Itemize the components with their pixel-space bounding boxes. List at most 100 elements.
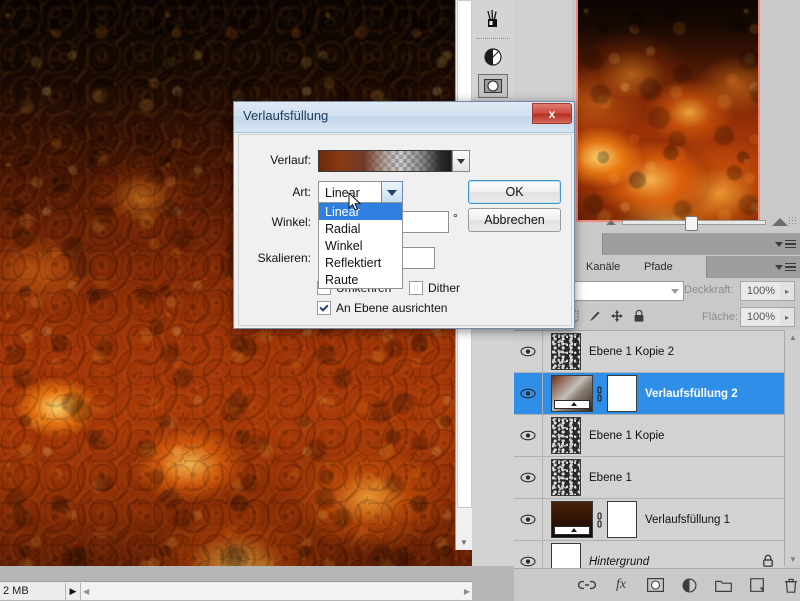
type-label: Art:: [292, 185, 311, 199]
layer-name: Verlaufsfüllung 2: [645, 387, 738, 400]
toolbox-divider: [476, 38, 510, 39]
table-row[interactable]: Ebene 1 Kopie: [514, 415, 784, 457]
dither-checkbox-row[interactable]: Dither: [409, 281, 460, 295]
tab-pfade-label: Pfade: [644, 261, 673, 273]
panel-menu-icon[interactable]: [774, 260, 796, 274]
grip-icon: [788, 216, 798, 226]
brushes-tool[interactable]: [478, 4, 508, 34]
layer-thumbnail[interactable]: [551, 333, 581, 370]
ok-button[interactable]: OK: [468, 180, 561, 204]
gradient-preview-swatch[interactable]: [318, 150, 452, 172]
dropdown-option-raute[interactable]: Raute: [319, 271, 402, 288]
dither-checkbox[interactable]: [409, 281, 423, 295]
new-group-icon[interactable]: [714, 576, 732, 594]
new-adjustment-layer-icon[interactable]: [680, 576, 698, 594]
layer-thumbnail[interactable]: [551, 375, 593, 412]
align-to-layer-checkbox[interactable]: [317, 301, 331, 315]
table-row[interactable]: Verlaufsfüllung 2: [514, 373, 784, 415]
fill-stepper-icon[interactable]: ▸: [780, 307, 795, 327]
layer-name: Verlaufsfüllung 1: [645, 513, 731, 526]
status-bar: 2 MB ▶ ◀ ▶: [0, 581, 472, 600]
lock-image-icon[interactable]: [586, 307, 603, 324]
opacity-value[interactable]: 100%: [740, 281, 782, 301]
chevron-down-icon: [671, 288, 679, 294]
dialog-body: Verlauf: Art: Linear Winkel: ° Skalieren…: [238, 134, 572, 326]
scroll-right-icon[interactable]: ▶: [464, 587, 470, 596]
scale-label: Skalieren:: [257, 251, 311, 265]
tab-kanaele-label: Kanäle: [586, 261, 621, 273]
layer-style-fx-icon[interactable]: fx: [612, 576, 630, 594]
add-layer-mask-icon[interactable]: [646, 576, 664, 594]
opacity-stepper-icon[interactable]: ▸: [780, 281, 795, 301]
menu-bars-icon: [785, 262, 796, 272]
dropdown-option-radial[interactable]: Radial: [319, 220, 402, 237]
navigator-zoom-slider[interactable]: [576, 212, 796, 232]
navigator-lava-noise: [578, 0, 758, 220]
layer-mask-thumbnail[interactable]: [607, 501, 637, 538]
gradient-label: Verlauf:: [270, 153, 311, 167]
chevron-down-icon: [775, 241, 783, 247]
gradient-stop-bar: [554, 526, 590, 535]
opacity-label: Deckkraft:: [684, 284, 734, 296]
large-mountain-icon[interactable]: [772, 218, 788, 226]
small-mountain-icon[interactable]: [606, 219, 616, 225]
layer-visibility-toggle[interactable]: [514, 499, 543, 540]
layer-visibility-toggle[interactable]: [514, 331, 543, 372]
tab-pfade[interactable]: Pfade: [634, 256, 707, 278]
layer-visibility-toggle[interactable]: [514, 457, 543, 498]
dropdown-option-reflektiert[interactable]: Reflektiert: [319, 254, 402, 271]
dialog-titlebar[interactable]: Verlaufsfüllung x: [234, 102, 574, 133]
dropdown-option-winkel[interactable]: Winkel: [319, 237, 402, 254]
table-row[interactable]: Ebene 1 Kopie 2: [514, 331, 784, 373]
table-row[interactable]: Ebene 1: [514, 457, 784, 499]
layer-name: Hintergrund: [589, 555, 650, 568]
type-select-value: Linear: [325, 185, 360, 200]
zoom-slider-knob[interactable]: [685, 215, 699, 231]
fill-value[interactable]: 100%: [740, 307, 782, 327]
blend-mode-select[interactable]: [558, 281, 684, 301]
type-dropdown-list[interactable]: Linear Radial Winkel Reflektiert Raute: [318, 202, 403, 289]
navigator-preview[interactable]: [576, 0, 760, 222]
quickmask-icon: [484, 79, 502, 93]
scroll-down-icon[interactable]: ▼: [785, 552, 800, 566]
eye-icon: [520, 388, 536, 399]
menu-bars-icon: [785, 239, 796, 249]
cancel-button[interactable]: Abbrechen: [468, 208, 561, 232]
layer-visibility-toggle[interactable]: [514, 415, 543, 456]
gradient-picker-button[interactable]: [452, 150, 470, 172]
layers-scrollbar[interactable]: ▲ ▼: [784, 330, 800, 566]
delete-layer-icon[interactable]: [782, 576, 800, 594]
layer-list[interactable]: Ebene 1 Kopie 2 Verlaufsfüllung 2 Ebene …: [514, 330, 784, 583]
status-menu-arrow-icon[interactable]: ▶: [66, 582, 81, 600]
type-select-arrow[interactable]: [381, 181, 403, 204]
color-swatch-icon: [484, 48, 502, 66]
mask-link-icon[interactable]: [593, 509, 605, 531]
layer-mask-thumbnail[interactable]: [607, 375, 637, 412]
close-icon[interactable]: x: [532, 103, 572, 124]
eye-icon: [520, 430, 536, 441]
eye-icon: [520, 556, 536, 567]
layer-thumbnail[interactable]: [551, 459, 581, 496]
scroll-up-icon[interactable]: ▲: [785, 330, 800, 344]
layer-thumbnail[interactable]: [551, 417, 581, 454]
table-row[interactable]: Verlaufsfüllung 1: [514, 499, 784, 541]
zoom-slider-track[interactable]: [622, 215, 766, 231]
lock-all-icon[interactable]: [630, 307, 647, 324]
new-layer-icon[interactable]: [748, 576, 766, 594]
gradient-colors: [319, 151, 451, 171]
dropdown-option-linear[interactable]: Linear: [319, 203, 402, 220]
eye-icon: [520, 514, 536, 525]
quick-mask-mode[interactable]: [478, 74, 508, 98]
link-layers-icon[interactable]: [578, 576, 596, 594]
navigator-panel: [572, 0, 800, 233]
lock-position-icon[interactable]: [608, 307, 625, 324]
panel-menu-icon[interactable]: [774, 237, 796, 251]
mask-link-icon[interactable]: [593, 383, 605, 405]
layer-visibility-toggle[interactable]: [514, 373, 543, 414]
scroll-left-icon[interactable]: ◀: [83, 587, 89, 596]
layer-thumbnail[interactable]: [551, 501, 593, 538]
foreground-background-color[interactable]: [478, 42, 508, 72]
canvas-horizontal-scrollbar[interactable]: ◀ ▶: [81, 582, 472, 600]
align-to-layer-checkbox-row[interactable]: An Ebene ausrichten: [317, 301, 447, 315]
scroll-down-icon[interactable]: ▼: [456, 534, 472, 550]
